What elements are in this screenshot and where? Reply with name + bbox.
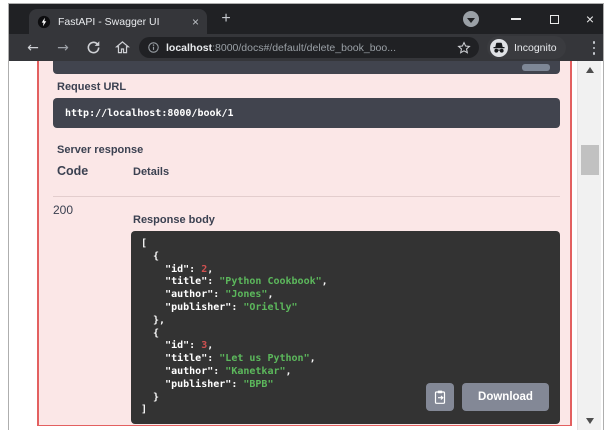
browser-window: FastAPI - Swagger UI × + × ← → bbox=[8, 3, 604, 430]
tab-strip: FastAPI - Swagger UI × + × bbox=[9, 4, 603, 34]
reload-button[interactable] bbox=[81, 34, 105, 61]
home-icon bbox=[115, 40, 130, 55]
curl-scrollbar-thumb[interactable] bbox=[522, 64, 550, 71]
incognito-icon bbox=[490, 39, 508, 57]
browser-toolbar: ← → localhost:8000/docs#/defaul bbox=[9, 34, 603, 61]
arrow-up-icon bbox=[586, 67, 594, 73]
page-content: Request URL http://localhost:8000/book/1… bbox=[9, 61, 603, 430]
request-url-box: http://localhost:8000/book/1 bbox=[53, 98, 560, 128]
code-column-header: Code bbox=[57, 164, 88, 178]
scroll-up-button[interactable] bbox=[578, 63, 601, 77]
table-divider bbox=[53, 196, 560, 197]
incognito-badge: Incognito bbox=[487, 36, 566, 59]
home-button[interactable] bbox=[110, 34, 134, 61]
scroll-down-button[interactable] bbox=[578, 414, 601, 428]
request-url-label: Request URL bbox=[57, 81, 126, 93]
url-path: :8000/docs#/default/delete_book_boo... bbox=[212, 42, 396, 54]
close-icon: × bbox=[586, 12, 594, 26]
curl-command-box bbox=[53, 61, 560, 74]
menu-dot bbox=[593, 47, 596, 50]
response-body-label: Response body bbox=[133, 214, 215, 226]
clipboard-icon bbox=[432, 389, 448, 405]
reload-icon bbox=[86, 40, 101, 55]
window-close-button[interactable]: × bbox=[573, 4, 607, 34]
status-code: 200 bbox=[53, 203, 73, 217]
browser-tab[interactable]: FastAPI - Swagger UI × bbox=[29, 9, 207, 34]
new-tab-button[interactable]: + bbox=[217, 10, 235, 28]
menu-dot bbox=[593, 52, 596, 55]
response-body-box: [ { "id": 2, "title": "Python Cookbook",… bbox=[131, 231, 560, 424]
url-bar[interactable]: localhost:8000/docs#/default/delete_book… bbox=[139, 37, 479, 58]
response-actions: Download bbox=[426, 383, 549, 411]
incognito-label: Incognito bbox=[514, 42, 557, 54]
scrollbar-thumb[interactable] bbox=[581, 145, 599, 175]
download-button[interactable]: Download bbox=[462, 383, 549, 411]
url-host: localhost bbox=[166, 42, 212, 54]
chevron-down-icon bbox=[467, 18, 475, 23]
minimize-button[interactable] bbox=[499, 4, 533, 34]
url-text: localhost:8000/docs#/default/delete_book… bbox=[166, 42, 457, 54]
minimize-icon bbox=[511, 18, 521, 19]
back-button[interactable]: ← bbox=[21, 34, 45, 61]
server-response-label: Server response bbox=[57, 144, 143, 156]
bookmark-star-icon[interactable] bbox=[457, 41, 471, 55]
browser-menu-button[interactable] bbox=[587, 40, 601, 56]
request-url-value: http://localhost:8000/book/1 bbox=[65, 108, 234, 119]
copy-to-clipboard-button[interactable] bbox=[426, 383, 454, 411]
page-scrollbar[interactable] bbox=[577, 61, 601, 430]
details-column-header: Details bbox=[133, 166, 169, 178]
maximize-button[interactable] bbox=[537, 4, 571, 34]
forward-button[interactable]: → bbox=[51, 34, 75, 61]
tab-title: FastAPI - Swagger UI bbox=[58, 16, 186, 28]
maximize-icon bbox=[550, 15, 559, 24]
swagger-delete-panel: Request URL http://localhost:8000/book/1… bbox=[37, 61, 572, 426]
screenshot-root: FastAPI - Swagger UI × + × ← → bbox=[0, 0, 609, 437]
fastapi-favicon-icon bbox=[37, 15, 51, 29]
menu-dot bbox=[593, 41, 596, 44]
tab-close-icon[interactable]: × bbox=[192, 16, 199, 28]
site-info-icon[interactable] bbox=[147, 41, 160, 54]
arrow-down-icon bbox=[586, 418, 594, 424]
tab-search-button[interactable] bbox=[463, 11, 479, 27]
